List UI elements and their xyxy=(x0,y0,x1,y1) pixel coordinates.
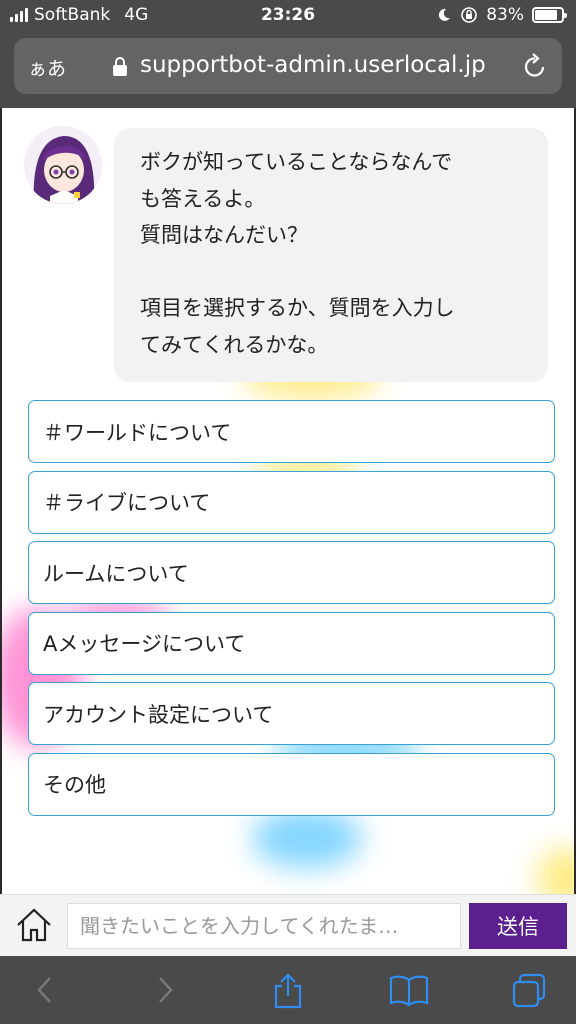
text-size-button[interactable]: ぁあ xyxy=(28,54,66,81)
option-list: ＃ワールドについて ＃ライブについて ルームについて Aメッセージについて アカ… xyxy=(28,400,555,823)
status-bar: SoftBank 4G 23:26 83% xyxy=(0,0,576,32)
browser-chrome: ぁあ supportbot-admin.userlocal.jp xyxy=(0,32,576,108)
browser-toolbar xyxy=(0,956,576,1024)
lock-icon xyxy=(113,57,127,76)
bot-message: ボクが知っていることならなんで も答えるよ。 質問はなんだい？ 項目を選択するか… xyxy=(114,128,548,382)
orientation-lock-icon xyxy=(461,7,478,23)
back-icon[interactable] xyxy=(30,972,60,1008)
chat-input-bar: 送信 xyxy=(0,894,576,956)
share-icon[interactable] xyxy=(270,972,306,1010)
option-button[interactable]: アカウント設定について xyxy=(28,682,555,745)
chat-page: ボクが知っていることならなんで も答えるよ。 質問はなんだい？ 項目を選択するか… xyxy=(0,108,576,894)
address-bar[interactable]: ぁあ supportbot-admin.userlocal.jp xyxy=(14,38,562,94)
chat-input[interactable] xyxy=(67,903,461,949)
option-button[interactable]: その他 xyxy=(28,752,555,816)
forward-icon[interactable] xyxy=(150,972,180,1008)
url-text: supportbot-admin.userlocal.jp xyxy=(140,52,486,78)
send-button[interactable]: 送信 xyxy=(469,903,567,949)
decorative-blob xyxy=(537,848,574,894)
option-button[interactable]: ルームについて xyxy=(28,541,555,604)
home-icon[interactable] xyxy=(14,905,54,945)
bot-avatar xyxy=(24,126,102,204)
reload-icon[interactable] xyxy=(522,52,548,80)
option-button[interactable]: ＃ワールドについて xyxy=(28,400,555,463)
moon-icon xyxy=(439,8,451,21)
battery-percent: 83% xyxy=(486,5,524,25)
bookmarks-icon[interactable] xyxy=(388,972,430,1008)
option-button[interactable]: ＃ライブについて xyxy=(28,470,555,534)
battery-icon xyxy=(532,7,567,23)
tabs-icon[interactable] xyxy=(510,972,548,1010)
option-button[interactable]: Aメッセージについて xyxy=(28,611,555,675)
